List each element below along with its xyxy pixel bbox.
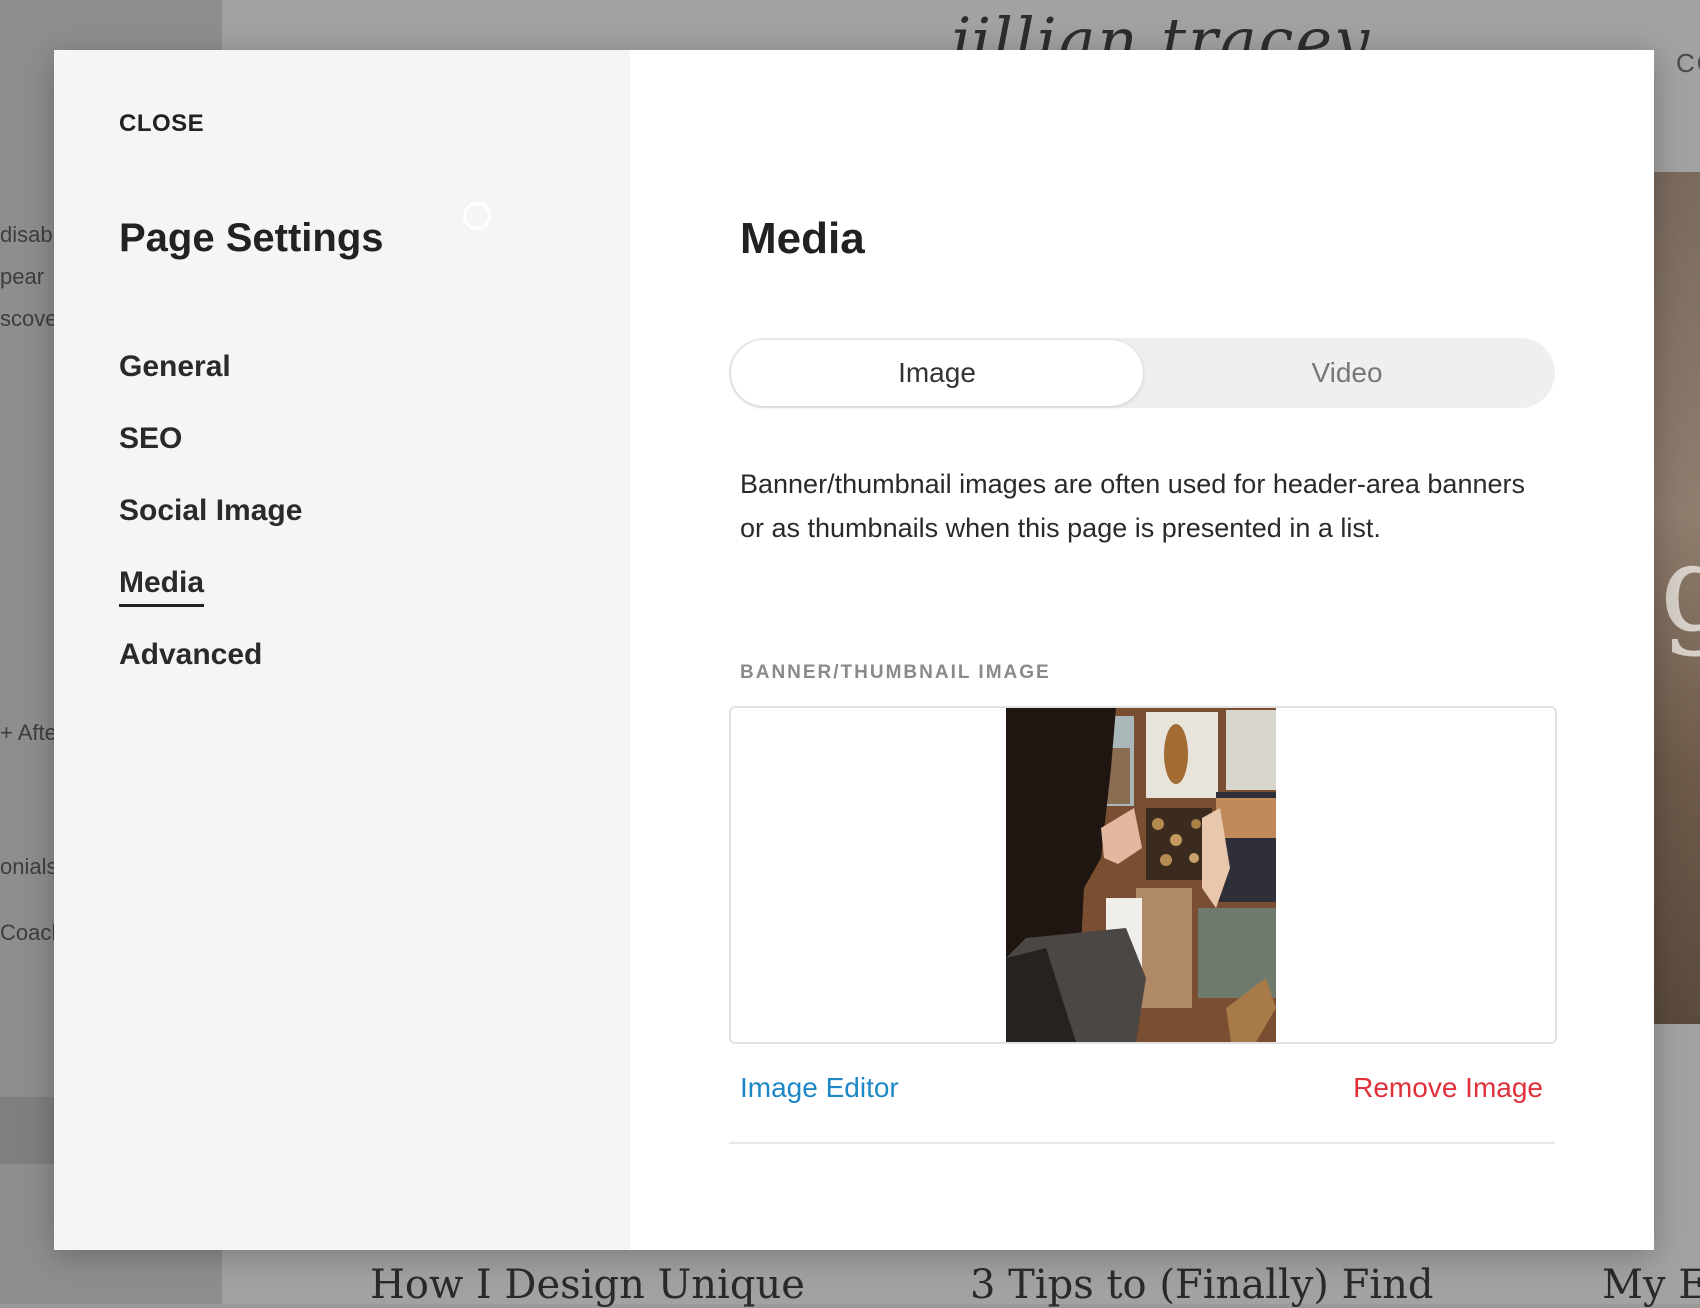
settings-nav: General SEO Social Image Media Advanced [119,350,302,710]
nav-item-label: SEO [119,422,183,455]
sidebar-title: Page Settings [119,216,384,260]
banner-image-frame[interactable] [729,706,1557,1044]
page-settings-modal: CLOSE Page Settings General SEO Social I… [54,50,1654,1250]
panel-title: Media [740,214,865,263]
focal-point-handle[interactable] [463,202,491,230]
remove-image-link[interactable]: Remove Image [1353,1072,1543,1104]
image-actions-bar: Image Editor Remove Image [729,1072,1555,1144]
media-type-toggle: Image Video [729,338,1555,408]
media-description: Banner/thumbnail images are often used f… [740,469,1525,543]
nav-item-general[interactable]: General [119,350,302,422]
background-card-title: My E [1602,1262,1700,1308]
nav-item-label: Media [119,566,205,607]
banner-image-label: BANNER/THUMBNAIL IMAGE [740,662,1051,683]
nav-item-media[interactable]: Media [119,566,302,638]
background-nav-fragment: CO [1676,48,1700,78]
tab-video[interactable]: Video [1141,340,1553,406]
background-side-text: scove [0,306,58,331]
settings-sidebar: CLOSE Page Settings General SEO Social I… [54,50,630,1250]
nav-item-advanced[interactable]: Advanced [119,638,302,710]
background-side-text: disab [0,222,53,247]
nav-item-label: Social Image [119,494,303,527]
close-button[interactable]: CLOSE [119,110,204,138]
nav-item-seo[interactable]: SEO [119,422,302,494]
banner-thumbnail-image [1006,708,1276,1042]
nav-item-label: General [119,350,231,383]
background-side-text: + Afte [0,720,57,745]
background-card-title: How I Design Unique [370,1262,805,1308]
tab-image[interactable]: Image [731,340,1143,406]
nav-item-social-image[interactable]: Social Image [119,494,302,566]
background-card-title: 3 Tips to (Finally) Find [970,1262,1434,1308]
background-side-text: pear [0,264,45,289]
background-side-text: onials [0,854,58,879]
image-editor-link[interactable]: Image Editor [740,1072,899,1104]
nav-item-label: Advanced [119,638,263,671]
background-hero-letter: g [1660,520,1700,659]
